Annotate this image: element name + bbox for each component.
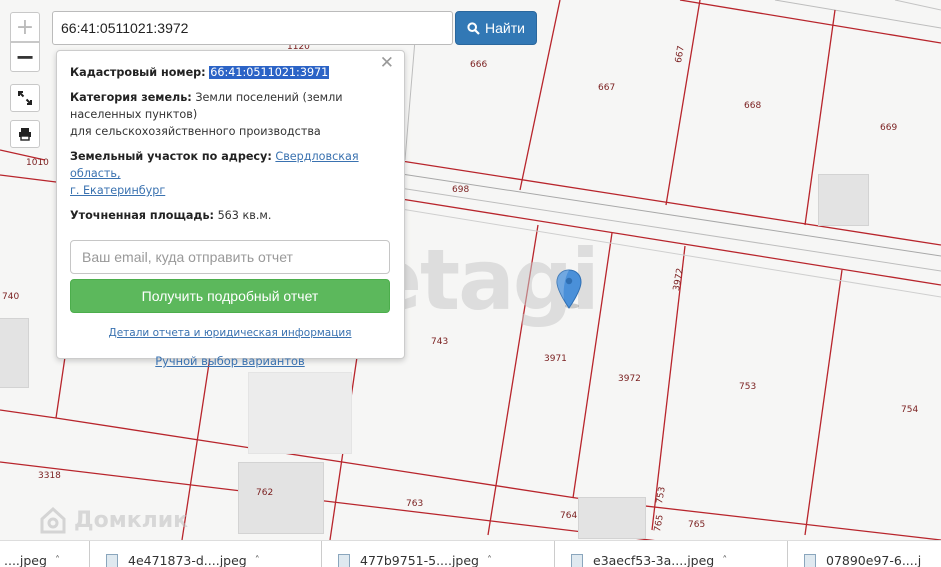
plot-label: 763 — [406, 499, 424, 509]
image-file-icon — [338, 553, 350, 567]
building — [238, 462, 324, 534]
address-label: Земельный участок по адресу: — [70, 150, 272, 163]
download-filename: ....jpeg — [4, 553, 47, 567]
area-row: Уточненная площадь: 563 кв.м. — [70, 207, 390, 224]
plot-label-selected: 3971 — [544, 354, 567, 364]
category-value-3: для сельскохозяйственного производства — [70, 125, 321, 138]
download-filename: 07890e97-6....j — [826, 553, 922, 567]
chevron-down-icon[interactable]: ˄ — [55, 555, 60, 566]
map-marker-icon[interactable] — [556, 269, 582, 309]
plot-label: 1010 — [26, 158, 49, 168]
get-report-button[interactable]: Получить подробный отчет — [70, 279, 390, 313]
area-label: Уточненная площадь: — [70, 209, 214, 222]
image-file-icon — [571, 553, 583, 567]
building — [578, 497, 646, 539]
area-value: 563 кв.м. — [217, 209, 272, 222]
search-input[interactable] — [52, 11, 453, 45]
plot-label: 698 — [452, 185, 470, 195]
domclick-watermark: Домклик — [38, 505, 188, 535]
address-row: Земельный участок по адресу: Свердловска… — [70, 148, 390, 199]
plot-label: 3318 — [38, 471, 61, 481]
email-field[interactable] — [70, 240, 390, 274]
close-icon[interactable]: ✕ — [380, 55, 394, 72]
downloads-bar: ....jpeg ˄ 4e471873-d....jpeg ˄ 477b9751… — [0, 540, 941, 567]
category-label: Категория земель: — [70, 91, 192, 104]
zoom-out-button[interactable]: − — [10, 42, 40, 72]
download-item[interactable]: ....jpeg ˄ — [0, 541, 90, 567]
plot-label: 753 — [739, 382, 757, 392]
plot-label: 762 — [256, 488, 274, 498]
manual-selection-link[interactable]: Ручной выбор вариантов — [155, 353, 304, 370]
plot-label: 3972 — [618, 374, 641, 384]
plot-label: 765 — [688, 520, 706, 530]
address-city-link[interactable]: г. Екатеринбург — [70, 184, 165, 197]
plot-label: 740 — [2, 292, 20, 302]
building — [0, 318, 29, 388]
category-row: Категория земель: Земли поселений (земли… — [70, 89, 390, 140]
cadastral-number[interactable]: 66:41:0511021:3971 — [209, 66, 330, 79]
popup-links: Детали отчета и юридическая информация Р… — [70, 313, 390, 371]
search-button[interactable]: Найти — [455, 11, 537, 45]
chevron-down-icon[interactable]: ˄ — [255, 555, 260, 566]
plot-label: 754 — [901, 405, 919, 415]
chevron-down-icon[interactable]: ˄ — [487, 555, 492, 566]
cadastral-label: Кадастровый номер: — [70, 66, 206, 79]
category-value-2: населенных пунктов) — [70, 108, 198, 121]
image-file-icon — [106, 553, 118, 567]
download-filename: 477b9751-5....jpeg — [360, 553, 479, 567]
plot-label: 667 — [598, 83, 616, 93]
domclick-text: Домклик — [74, 507, 189, 533]
image-file-icon — [804, 553, 816, 567]
search-icon — [467, 21, 480, 35]
category-value-1: Земли поселений (земли — [195, 91, 343, 104]
plot-label: 764 — [560, 511, 578, 521]
plot-label: 666 — [470, 60, 488, 70]
zoom-in-button[interactable]: + — [10, 12, 40, 42]
search-button-label: Найти — [485, 20, 525, 36]
fullscreen-button[interactable] — [10, 84, 40, 112]
plot-label: 669 — [880, 123, 898, 133]
building — [818, 174, 869, 226]
chevron-down-icon[interactable]: ˄ — [722, 555, 727, 566]
download-filename: 4e471873-d....jpeg — [128, 553, 247, 567]
plot-info-popup: ✕ Кадастровый номер: 66:41:0511021:3971 … — [56, 50, 405, 368]
printer-icon — [19, 128, 31, 141]
plot-label: 743 — [431, 337, 449, 347]
cadastral-row: Кадастровый номер: 66:41:0511021:3971 — [70, 64, 390, 81]
download-filename: e3aecf53-3a....jpeg — [593, 553, 715, 567]
download-item[interactable]: 4e471873-d....jpeg ˄ — [90, 541, 322, 567]
fullscreen-icon — [18, 91, 32, 105]
download-item[interactable]: e3aecf53-3a....jpeg ˄ — [555, 541, 788, 567]
download-item[interactable]: 477b9751-5....jpeg ˄ — [322, 541, 555, 567]
print-button[interactable] — [10, 120, 40, 148]
domclick-logo-icon — [40, 506, 66, 534]
download-item[interactable]: 07890e97-6....j — [788, 541, 941, 567]
plot-label: 668 — [744, 101, 762, 111]
report-details-link[interactable]: Детали отчета и юридическая информация — [108, 325, 351, 342]
building — [248, 372, 352, 454]
